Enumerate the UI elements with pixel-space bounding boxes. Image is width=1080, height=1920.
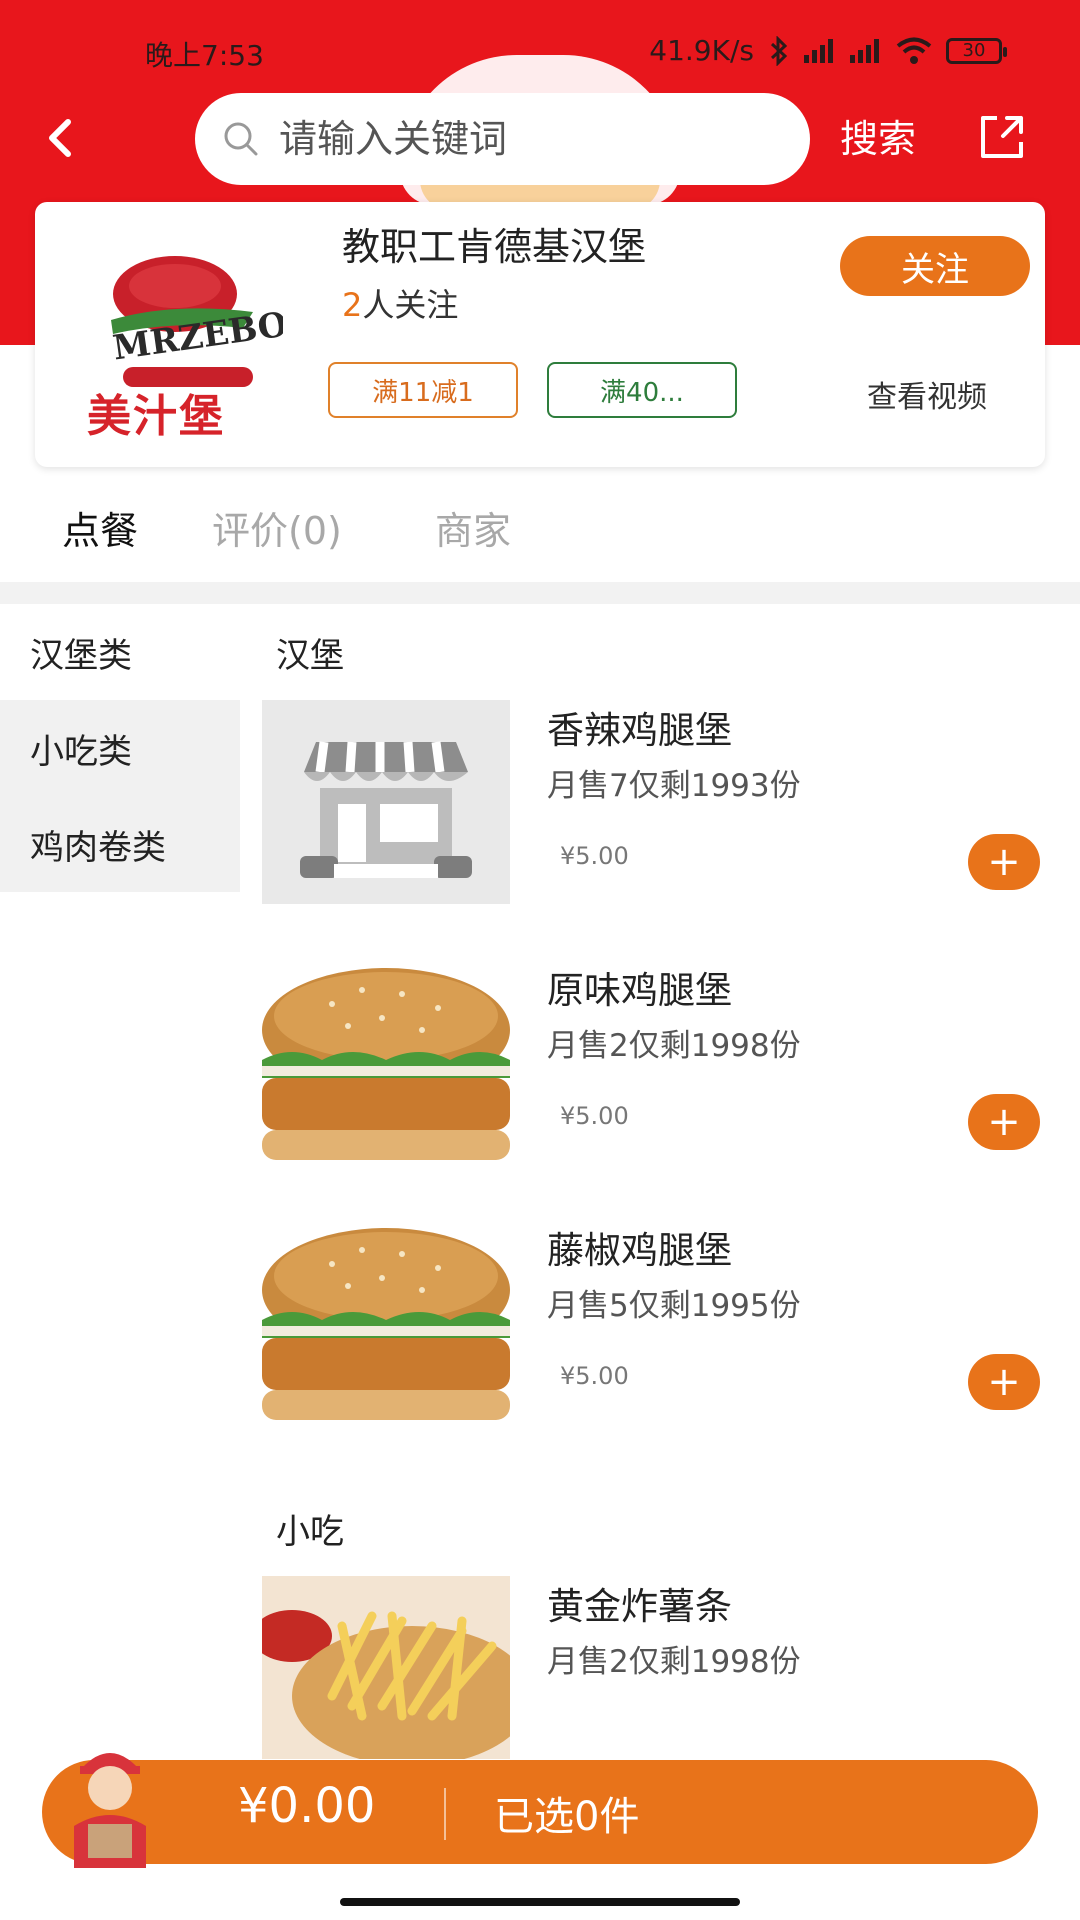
view-video-link[interactable]: 查看视频: [867, 372, 987, 416]
top-nav: 搜索: [0, 88, 1080, 188]
follower-number: 2: [342, 286, 363, 324]
divider: [0, 582, 1080, 604]
menu-item[interactable]: 黄金炸薯条 月售2仅剩1998份: [262, 1576, 1080, 1759]
item-sales: 月售2仅剩1998份: [547, 1644, 801, 1680]
category-item-snacks[interactable]: 小吃类: [0, 700, 240, 796]
item-sales: 月售2仅剩1998份: [547, 1028, 801, 1064]
search-button[interactable]: 搜索: [840, 108, 916, 163]
add-to-cart-button[interactable]: +: [968, 1094, 1040, 1150]
fries-photo: [262, 1576, 510, 1759]
cart-divider: [444, 1788, 446, 1840]
store-placeholder-icon: [262, 700, 510, 904]
shop-logo-text: 美汁堡: [87, 391, 225, 442]
status-indicators: 41.9K/s 30: [649, 34, 1007, 67]
coupon-badge[interactable]: 满11减1: [328, 362, 518, 418]
menu-list: 汉堡 香辣鸡腿堡 月售7仅剩1993份 ¥5.00 + 原味鸡腿堡 月售2仅剩1…: [262, 604, 1080, 1759]
chevron-left-icon: [49, 119, 71, 157]
signal-icon-2: [850, 38, 882, 63]
section-title: 小吃: [276, 1511, 344, 1552]
home-indicator: [340, 1898, 740, 1906]
back-button[interactable]: [30, 108, 90, 168]
follower-count: 2人关注: [342, 280, 458, 326]
tab-reviews[interactable]: 评价(0): [212, 500, 342, 555]
shop-card: MRZEBO 美汁堡 教职工肯德基汉堡 2人关注 关注 满11减1 满40...…: [35, 202, 1045, 467]
bluetooth-icon: [770, 35, 788, 66]
wifi-icon: [896, 37, 932, 64]
add-to-cart-button[interactable]: +: [968, 834, 1040, 890]
burger-photo: [262, 960, 510, 1164]
item-sales: 月售7仅剩1993份: [547, 768, 801, 804]
search-input[interactable]: [279, 117, 759, 161]
tab-merchant[interactable]: 商家: [435, 500, 511, 555]
net-speed: 41.9K/s: [649, 34, 754, 67]
share-icon: [981, 116, 1023, 158]
burger-photo: [262, 1220, 510, 1424]
item-price: ¥5.00: [560, 1362, 629, 1390]
share-button[interactable]: [975, 110, 1029, 164]
status-time: 晚上7:53: [145, 39, 264, 72]
cart-total: ¥0.00: [238, 1778, 376, 1834]
battery-icon: 30: [946, 37, 1007, 64]
tab-order[interactable]: 点餐: [62, 500, 138, 555]
search-icon: [224, 122, 258, 156]
tab-bar: 点餐 评价(0) 商家: [0, 490, 1080, 580]
category-item-burgers[interactable]: 汉堡类: [0, 604, 240, 700]
item-name: 黄金炸薯条: [547, 1585, 732, 1628]
section-title: 汉堡: [276, 635, 344, 676]
item-name: 原味鸡腿堡: [547, 969, 732, 1012]
item-name: 香辣鸡腿堡: [547, 709, 732, 752]
coupon-badge[interactable]: 满40...: [547, 362, 737, 418]
status-bar: 晚上7:53 41.9K/s 30: [0, 30, 1080, 78]
plus-icon: +: [987, 1099, 1021, 1145]
cart-count: 已选0件: [494, 1794, 640, 1840]
follower-suffix: 人关注: [362, 286, 459, 324]
item-price: ¥5.00: [560, 842, 629, 870]
delivery-mascot-icon: [74, 1753, 146, 1868]
item-name: 藤椒鸡腿堡: [547, 1229, 732, 1272]
plus-icon: +: [987, 1359, 1021, 1405]
follow-button[interactable]: 关注: [840, 236, 1030, 296]
item-sales: 月售5仅剩1995份: [547, 1288, 801, 1324]
item-price: ¥5.00: [560, 1102, 629, 1130]
search-box[interactable]: [195, 93, 810, 185]
cart-bar[interactable]: ¥0.00 已选0件: [42, 1760, 1038, 1864]
signal-icon: [804, 38, 836, 63]
plus-icon: +: [987, 839, 1021, 885]
menu-item[interactable]: 香辣鸡腿堡 月售7仅剩1993份 ¥5.00 +: [262, 700, 1080, 960]
menu-item[interactable]: 原味鸡腿堡 月售2仅剩1998份 ¥5.00 +: [262, 960, 1080, 1220]
add-to-cart-button[interactable]: +: [968, 1354, 1040, 1410]
category-item-chicken-wraps[interactable]: 鸡肉卷类: [0, 796, 240, 892]
menu-item[interactable]: 藤椒鸡腿堡 月售5仅剩1995份 ¥5.00 +: [262, 1220, 1080, 1480]
category-sidebar: 汉堡类 小吃类 鸡肉卷类: [0, 604, 240, 892]
shop-name: 教职工肯德基汉堡: [342, 225, 647, 269]
